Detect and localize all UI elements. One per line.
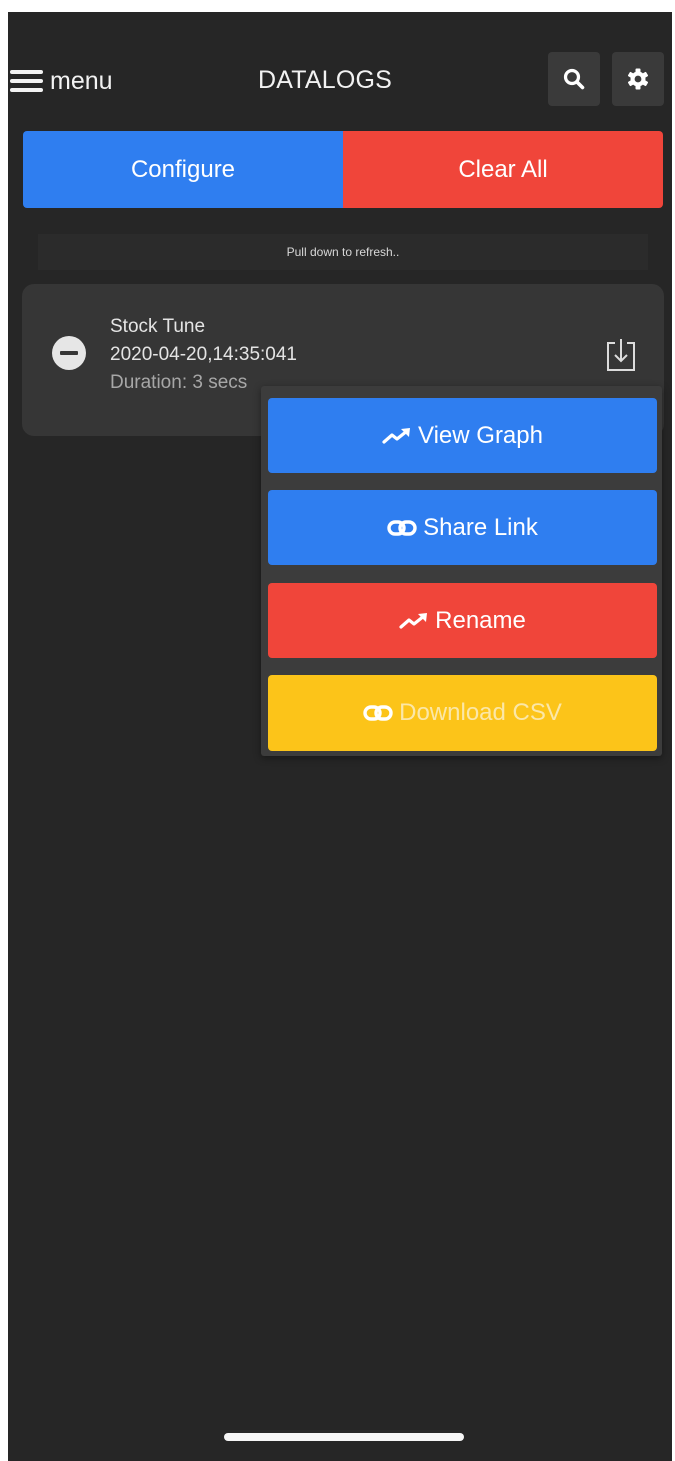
page-title: DATALOGS [258,66,393,94]
hamburger-icon [10,70,43,92]
datalog-name: Stock Tune [110,316,206,337]
download-icon[interactable] [602,336,640,374]
trending-up-icon [382,427,412,445]
trending-up-icon [399,612,429,630]
rename-button[interactable]: Rename [268,583,657,658]
share-link-button[interactable]: Share Link [268,490,657,565]
link-icon [387,519,417,537]
download-csv-label: Download CSV [399,699,562,726]
link-icon [363,704,393,722]
pull-to-refresh-hint: Pull down to refresh.. [38,234,648,270]
rename-label: Rename [435,606,526,634]
datalog-duration: Duration: 3 secs [110,372,248,393]
search-icon [563,68,585,90]
datalog-datetime: 2020-04-20,14:35:041 [110,344,297,365]
view-graph-button[interactable]: View Graph [268,398,657,473]
menu-button[interactable]: menu [10,64,113,98]
view-graph-label: View Graph [418,421,543,449]
remove-icon[interactable] [52,336,86,370]
download-csv-button[interactable]: Download CSV [268,675,657,751]
gear-icon [628,68,648,90]
app-screen: menu DATALOGS Configure Clear All Pull d [8,12,672,1461]
clear-all-button[interactable]: Clear All [343,131,663,208]
home-indicator [224,1433,464,1441]
app-header: menu DATALOGS [8,12,672,124]
search-button[interactable] [548,52,600,106]
configure-button[interactable]: Configure [23,131,343,208]
datalog-action-menu: View Graph Share Link Rename Download CS… [261,386,662,756]
share-link-label: Share Link [423,513,538,541]
settings-button[interactable] [612,52,664,106]
menu-label: menu [50,66,113,95]
